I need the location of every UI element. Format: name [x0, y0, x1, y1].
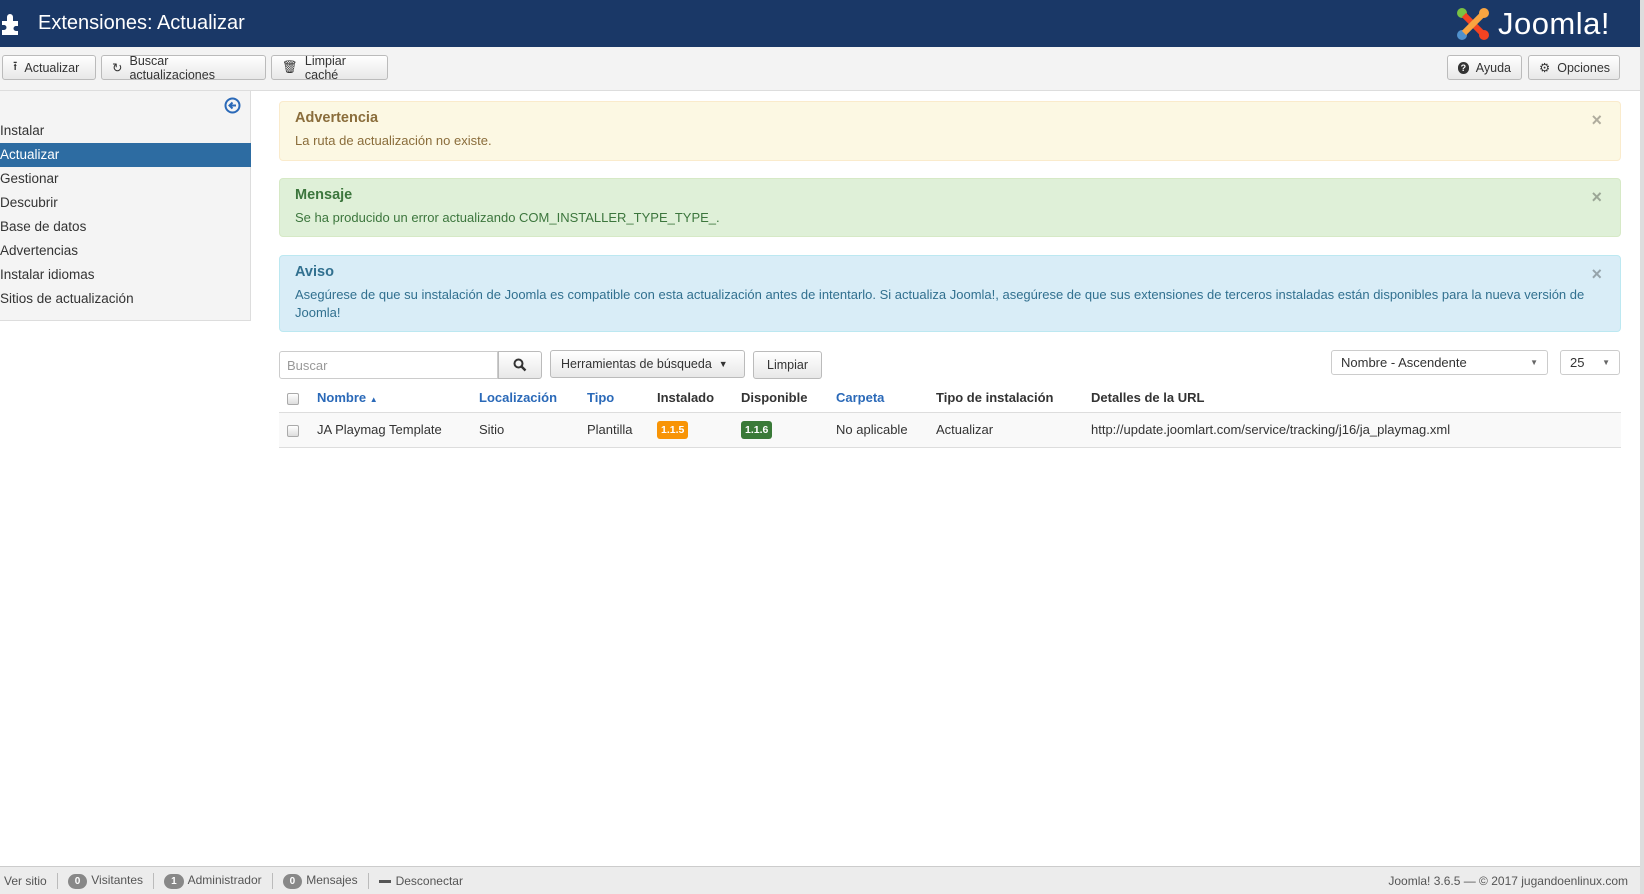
page-title: Extensiones: Actualizar [38, 12, 245, 34]
available-version-badge: 1.1.6 [741, 420, 773, 439]
question-icon: ? [1458, 61, 1469, 74]
sidebar-item-database[interactable]: Base de datos [0, 215, 251, 239]
sidebar-item-update-sites[interactable]: Sitios de actualización [0, 287, 251, 311]
sidebar-item-manage[interactable]: Gestionar [0, 167, 251, 191]
clear-button[interactable]: Limpiar [753, 351, 822, 379]
table-header: Nombre ▲ Localización Tipo Instalado Dis… [279, 384, 1621, 412]
col-url-details: Detalles de la URL [1091, 390, 1205, 406]
logout-link[interactable]: Desconectar [378, 874, 463, 888]
help-button[interactable]: ? Ayuda [1447, 55, 1522, 80]
row-folder: No aplicable [828, 411, 928, 448]
search-icon [513, 358, 527, 372]
scrollbar[interactable] [1640, 0, 1644, 894]
sort-location[interactable]: Localización [471, 384, 579, 412]
trash-icon: 🗑 [282, 60, 298, 74]
close-icon[interactable]: × [1591, 187, 1602, 208]
purge-cache-button[interactable]: 🗑 Limpiar caché [271, 54, 388, 82]
visitors-link[interactable]: 0 Visitantes [67, 873, 143, 889]
notice-alert: Aviso Asegúrese de que su instalación de… [279, 255, 1621, 332]
refresh-icon: ↻ [112, 61, 123, 75]
row-url: http://update.joomlart.com/service/track… [1083, 411, 1621, 448]
admin-link[interactable]: 1 Administrador [164, 873, 262, 889]
status-bar: Ver sitio 0 Visitantes 1 Administrador 0 Me… [0, 866, 1640, 894]
sidebar: Instalar Actualizar Gestionar Descubrir … [0, 91, 251, 321]
view-site-link[interactable]: Ver sitio [4, 874, 47, 888]
table-row: JA Playmag Template Sitio Plantilla 1.1.… [279, 411, 1621, 448]
row-name: JA Playmag Template [309, 411, 471, 448]
collapse-sidebar-icon[interactable] [224, 97, 241, 114]
toolbar: ⭱ Actualizar ↻ Buscar actualizaciones 🗑 Lim… [0, 47, 1640, 91]
sidebar-item-languages[interactable]: Instalar idiomas [0, 263, 251, 287]
search-tools-button[interactable]: Herramientas de búsqueda ▼ [550, 350, 745, 378]
upload-icon: ⭱ [13, 59, 18, 73]
row-type: Plantilla [579, 411, 649, 448]
col-install-type: Tipo de instalación [936, 390, 1054, 406]
header-bar: Extensiones: Actualizar Joomla! [0, 0, 1640, 47]
ordering-select[interactable]: Nombre - Ascendente ▼ [1331, 350, 1548, 375]
limit-select[interactable]: 25 ▼ [1560, 350, 1620, 375]
sort-type[interactable]: Tipo [579, 384, 649, 412]
separator [56, 872, 58, 889]
update-button[interactable]: ⭱ Actualizar [2, 55, 96, 80]
sidebar-item-install[interactable]: Instalar [0, 119, 251, 143]
select-all-checkbox[interactable] [287, 392, 299, 405]
joomla-logo-icon [1456, 8, 1489, 40]
sidebar-item-warnings[interactable]: Advertencias [0, 239, 251, 263]
puzzle-icon [2, 13, 18, 35]
updates-table: Nombre ▲ Localización Tipo Instalado Dis… [279, 384, 1621, 448]
installed-version-badge: 1.1.5 [657, 420, 689, 439]
sort-name[interactable]: Nombre ▲ [309, 384, 471, 412]
caret-down-icon: ▼ [718, 359, 728, 369]
col-installed: Instalado [657, 390, 715, 406]
version-text: Joomla! 3.6.5 — © 2017 jugandoenlinux.co… [1388, 873, 1628, 888]
minus-icon [378, 879, 391, 883]
caret-down-icon: ▼ [1602, 358, 1610, 367]
warning-alert: Advertencia La ruta de actualización no … [279, 101, 1621, 161]
row-location: Sitio [471, 411, 579, 448]
close-icon[interactable]: × [1591, 264, 1602, 285]
separator [367, 872, 369, 889]
separator [271, 872, 273, 889]
close-icon[interactable]: × [1591, 110, 1602, 131]
row-checkbox[interactable] [287, 424, 299, 437]
messages-link[interactable]: 0 Mensajes [282, 873, 358, 889]
sidebar-item-update[interactable]: Actualizar [0, 143, 251, 167]
gear-icon: ⚙ [1539, 61, 1551, 75]
search-button[interactable] [498, 351, 542, 379]
row-install-type: Actualizar [928, 411, 1083, 448]
sidebar-item-discover[interactable]: Descubrir [0, 191, 251, 215]
find-updates-button[interactable]: ↻ Buscar actualizaciones [101, 54, 266, 82]
col-available: Disponible [741, 390, 808, 406]
separator [153, 872, 155, 889]
search-input[interactable] [279, 351, 498, 379]
sort-folder[interactable]: Carpeta [828, 384, 928, 412]
caret-down-icon: ▼ [1530, 358, 1538, 367]
joomla-logo: Joomla! [1454, 5, 1610, 43]
sort-asc-icon: ▲ [369, 395, 378, 405]
options-button[interactable]: ⚙ Opciones [1528, 55, 1620, 80]
message-alert: Mensaje Se ha producido un error actuali… [279, 178, 1621, 237]
